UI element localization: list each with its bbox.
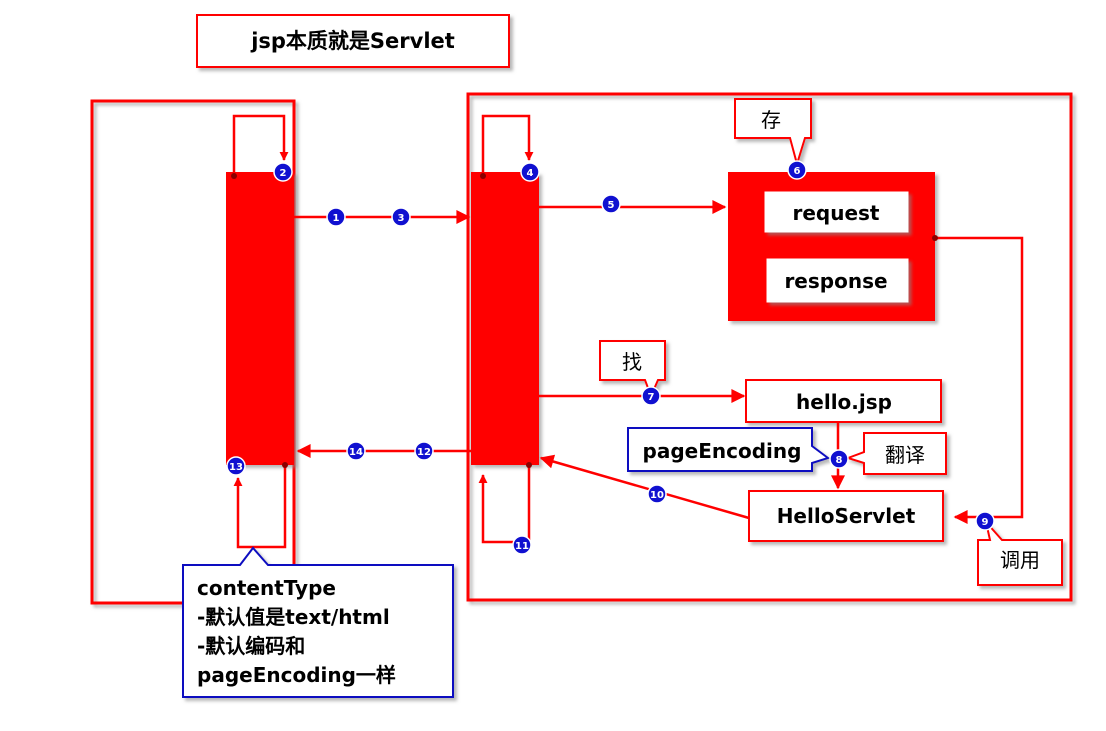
loop-arrow-11 <box>478 465 531 544</box>
step-badge-11: 11 <box>512 535 532 555</box>
hello-jsp-label: hello.jsp <box>796 390 892 414</box>
step-badge-8: 8 <box>829 449 849 469</box>
browser-lifeline <box>226 172 294 465</box>
svg-text:14: 14 <box>349 447 363 458</box>
svg-text:5: 5 <box>608 200 615 211</box>
request-label: request <box>792 201 879 225</box>
find-callout-text: 找 <box>622 350 642 374</box>
content-type-line-1: contentType <box>197 576 336 600</box>
call-callout-text: 调用 <box>1000 548 1040 572</box>
svg-text:7: 7 <box>648 392 655 403</box>
svg-text:8: 8 <box>836 455 843 466</box>
loop-arrow-13 <box>233 465 287 549</box>
diagram-title: jsp本质就是Servlet <box>250 29 455 53</box>
step-badge-12: 12 <box>414 441 434 461</box>
svg-text:2: 2 <box>280 168 287 179</box>
translate-callout-text: 翻译 <box>885 443 925 467</box>
server-lifeline <box>471 172 539 465</box>
step-badge-10: 10 <box>647 484 667 504</box>
svg-text:9: 9 <box>982 517 989 528</box>
jsp-servlet-diagram: jsp本质就是Servlet request response 存 找 hell… <box>90 14 1073 698</box>
content-type-line-2: -默认值是text/html <box>197 605 390 629</box>
content-type-line-4: pageEncoding一样 <box>197 663 396 687</box>
step-badge-14: 14 <box>346 441 366 461</box>
content-type-line-3: -默认编码和 <box>197 634 305 658</box>
step-badge-7: 7 <box>641 386 661 406</box>
hello-servlet-label: HelloServlet <box>777 504 916 528</box>
store-callout-text: 存 <box>761 108 781 132</box>
step-badge-4: 4 <box>520 162 540 182</box>
step-badge-5: 5 <box>601 194 621 214</box>
response-label: response <box>784 269 887 293</box>
svg-text:11: 11 <box>515 541 529 552</box>
svg-text:13: 13 <box>229 462 243 473</box>
step-badge-6: 6 <box>787 160 807 180</box>
svg-text:12: 12 <box>417 447 431 458</box>
step-badge-1: 1 <box>326 207 346 227</box>
step-badge-13: 13 <box>226 456 246 476</box>
step-badge-3: 3 <box>391 207 411 227</box>
step-badge-9: 9 <box>975 511 995 531</box>
step-badge-2: 2 <box>273 162 293 182</box>
invoke-arrow <box>935 236 1024 524</box>
svg-text:6: 6 <box>794 166 801 177</box>
svg-text:1: 1 <box>333 213 340 224</box>
svg-text:3: 3 <box>398 213 405 224</box>
page-encoding-label: pageEncoding <box>643 439 802 463</box>
svg-text:4: 4 <box>527 168 534 179</box>
svg-text:10: 10 <box>650 490 664 501</box>
